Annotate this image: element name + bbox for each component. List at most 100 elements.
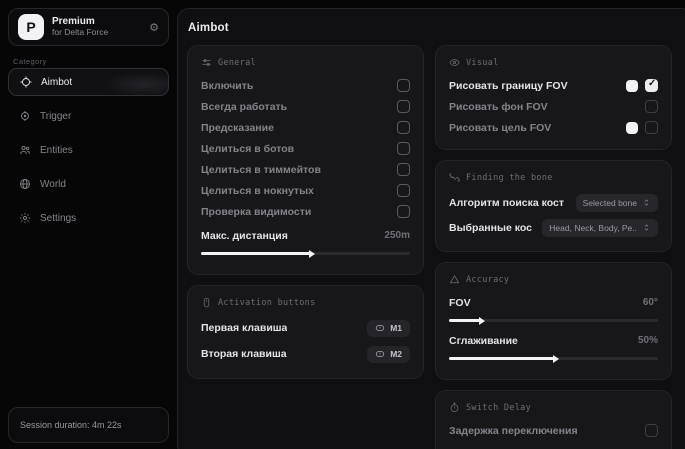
app-logo: P [18,14,44,40]
setting-row: Выбранные кос Head, Neck, Body, Pe.. [449,215,658,240]
sidebar-item-label: World [40,179,66,190]
visibility-check-checkbox[interactable] [397,205,410,218]
sidebar-item-trigger[interactable]: Trigger [8,102,169,130]
setting-label: Выбранные кос [449,222,532,234]
accuracy-card: Accuracy FOV 60° Сглаживание 50% [435,262,672,380]
section-title: General [218,58,256,68]
aim-knocked-checkbox[interactable] [397,184,410,197]
setting-label: Целиться в тиммейтов [201,164,321,176]
sidebar: P Premium for Delta Force ⚙ Category Aim… [0,0,177,449]
fov-border-color-swatch[interactable] [626,80,638,92]
sidebar-item-label: Settings [40,213,76,224]
smoothing-slider[interactable] [449,357,658,360]
slider-fill [201,252,310,255]
draw-fov-border-checkbox[interactable] [645,79,658,92]
setting-label: Включить [201,80,253,92]
setting-label: Целиться в ботов [201,143,294,155]
setting-label: Рисовать фон FOV [449,101,548,113]
accuracy-section-header: Accuracy [449,274,658,285]
visual-section-header: Visual [449,57,658,68]
section-title: Activation buttons [218,298,316,308]
setting-row: Предсказание [201,117,410,138]
crosshair-icon [20,76,32,88]
slider-fill [449,357,554,360]
setting-label: Сглаживание [449,335,518,347]
sidebar-item-settings[interactable]: Settings [8,204,169,232]
gear-icon [19,212,31,224]
switch-delay-section-header: Switch Delay [449,402,658,413]
first-key-binding[interactable]: M1 [367,320,410,337]
enable-checkbox[interactable] [397,79,410,92]
setting-row: Рисовать границу FOV [449,75,658,96]
setting-label: Вторая клавиша [201,348,287,360]
sidebar-item-world[interactable]: World [8,170,169,198]
bone-icon [449,172,460,183]
setting-row: Целиться в нокнутых [201,180,410,201]
globe-icon [19,178,31,190]
bone-algorithm-dropdown[interactable]: Selected bone [576,194,658,212]
section-title: Accuracy [466,275,509,285]
session-duration: Session duration: 4m 22s [8,407,169,443]
slider-value: 60° [643,297,658,308]
right-column: Visual Рисовать границу FOV Рисовать фон… [435,45,672,449]
fov-slider[interactable] [449,319,658,322]
section-title: Finding the bone [466,173,553,183]
dropdown-value: Head, Neck, Body, Pe.. [549,223,637,233]
setting-label: Всегда работать [201,101,287,113]
left-column: General Включить Всегда работать Предска… [187,45,424,389]
general-card: General Включить Всегда работать Предска… [187,45,424,275]
second-key-binding[interactable]: M2 [367,346,410,363]
prediction-checkbox[interactable] [397,121,410,134]
setting-row: Целиться в ботов [201,138,410,159]
row-controls [626,121,658,134]
setting-label: Задержка переключения [449,425,578,437]
eye-icon [449,57,460,68]
setting-label: Рисовать границу FOV [449,80,568,92]
always-work-checkbox[interactable] [397,100,410,113]
setting-label: Первая клавиша [201,322,287,334]
sidebar-item-entities[interactable]: Entities [8,136,169,164]
sidebar-nav: Aimbot Trigger Entities World [8,68,169,238]
selected-bones-dropdown[interactable]: Head, Neck, Body, Pe.. [542,219,658,237]
mouse-icon [375,323,385,333]
sidebar-item-label: Entities [40,145,73,156]
trigger-icon [19,110,31,122]
activation-section-header: Activation buttons [201,297,410,308]
row-controls [626,79,658,92]
general-section-header: General [201,57,410,68]
setting-label: Алгоритм поиска кост [449,197,564,209]
page-title: Aimbot [188,22,229,34]
sidebar-item-aimbot[interactable]: Aimbot [8,68,169,96]
setting-label: FOV [449,297,471,309]
setting-label: Проверка видимости [201,206,311,218]
slider-label-row: Задержка переключения (мс) 1000 ms [449,444,658,449]
activation-card: Activation buttons Первая клавиша M1 Вто… [187,285,424,379]
fov-target-color-swatch[interactable] [626,122,638,134]
setting-row: Включить [201,75,410,96]
key-label: M1 [390,323,402,333]
switch-delay-card: Switch Delay Задержка переключения Задер… [435,390,672,449]
section-title: Visual [466,58,499,68]
setting-row: Первая клавиша M1 [201,315,410,341]
app-window: P Premium for Delta Force ⚙ Category Aim… [0,0,685,449]
sidebar-item-label: Aimbot [41,77,72,88]
setting-label: Макс. дистанция [201,230,288,242]
slider-label-row: Макс. дистанция 250m [201,225,410,246]
main-panel: Aimbot General Включить Всегда работать [177,8,685,449]
aim-teammates-checkbox[interactable] [397,163,410,176]
gear-icon[interactable]: ⚙ [149,21,159,34]
slider-value: 250m [384,230,410,241]
category-label: Category [13,57,47,66]
bone-card: Finding the bone Алгоритм поиска кост Se… [435,160,672,252]
app-header: P Premium for Delta Force ⚙ [8,8,169,46]
section-title: Switch Delay [466,403,531,413]
aim-bots-checkbox[interactable] [397,142,410,155]
setting-row: Рисовать цель FOV [449,117,658,138]
draw-fov-target-checkbox[interactable] [645,121,658,134]
setting-row: Целиться в тиммейтов [201,159,410,180]
switch-delay-checkbox[interactable] [645,424,658,437]
max-distance-slider[interactable] [201,252,410,255]
entities-icon [19,144,31,156]
draw-fov-background-checkbox[interactable] [645,100,658,113]
sidebar-item-label: Trigger [40,111,71,122]
